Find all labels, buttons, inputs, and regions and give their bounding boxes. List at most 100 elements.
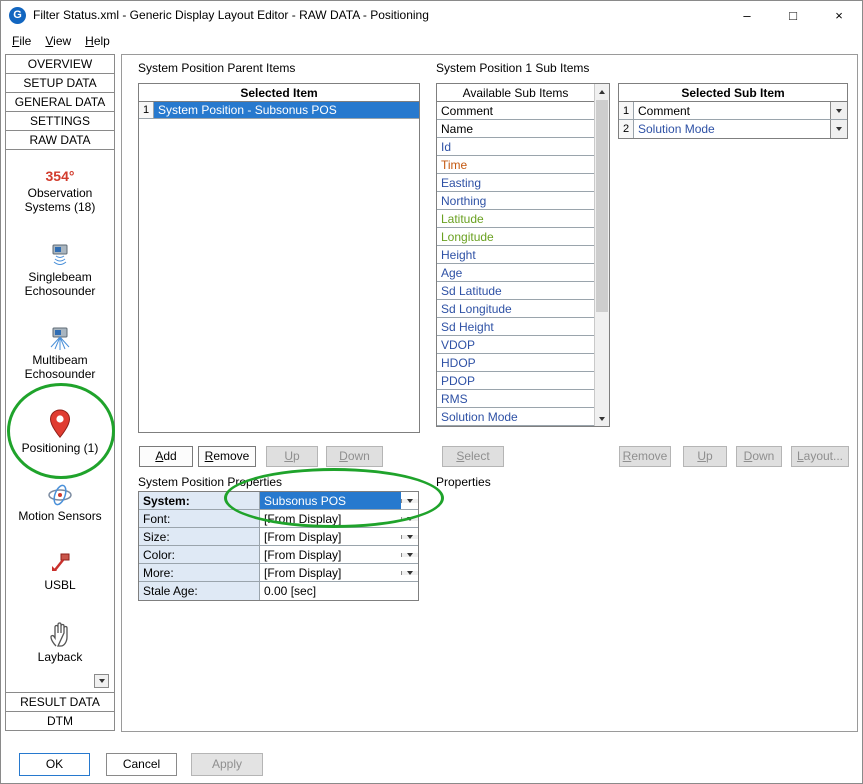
dropdown-button[interactable]: [401, 517, 418, 521]
font-select[interactable]: [From Display]: [260, 510, 418, 527]
property-label: Font:: [139, 510, 260, 527]
sidebar-item-observation-systems[interactable]: 354° Observation Systems (18): [6, 168, 114, 214]
color-select[interactable]: [From Display]: [260, 546, 418, 563]
sidebar-item-label: USBL: [14, 578, 106, 592]
size-select-value: [From Display]: [260, 530, 401, 544]
scrollbar-up-icon[interactable]: [595, 84, 609, 99]
list-item[interactable]: Solution Mode: [437, 408, 594, 426]
row-number: 2: [619, 120, 634, 138]
add-button[interactable]: Add: [139, 446, 193, 467]
sidebar-item-dtm[interactable]: DTM: [5, 711, 115, 731]
window-title: Filter Status.xml - Generic Display Layo…: [33, 8, 429, 22]
table-row[interactable]: 1 System Position - Subsonus POS: [139, 102, 419, 119]
dropdown-button[interactable]: [401, 571, 418, 575]
minimize-button[interactable]: –: [724, 1, 770, 29]
more-select[interactable]: [From Display]: [260, 564, 418, 581]
down-sub-button[interactable]: Down: [736, 446, 782, 467]
dropdown-button[interactable]: [401, 535, 418, 539]
remove-sub-button[interactable]: Remove: [619, 446, 671, 467]
sidebar-item-singlebeam-echosounder[interactable]: Singlebeam Echosounder: [6, 242, 114, 298]
ok-button[interactable]: OK: [19, 753, 90, 776]
list-item-label: Comment: [441, 104, 493, 118]
properties-group-label: System Position Properties: [138, 475, 282, 489]
dropdown-button[interactable]: [830, 120, 847, 138]
list-item[interactable]: Sd Longitude: [437, 300, 594, 318]
chevron-down-icon: [407, 571, 413, 575]
list-item[interactable]: Height: [437, 246, 594, 264]
app-icon: G: [9, 7, 26, 24]
system-select[interactable]: Subsonus POS: [260, 492, 418, 509]
select-button[interactable]: Select: [442, 446, 504, 467]
main-panel: System Position Parent Items Selected It…: [121, 54, 858, 732]
sidebar-item-result-data[interactable]: RESULT DATA: [5, 692, 115, 712]
dialog-window: G Filter Status.xml - Generic Display La…: [0, 0, 863, 784]
stale-age-field[interactable]: 0.00 [sec]: [260, 582, 418, 600]
sidebar-item-motion-sensors[interactable]: Motion Sensors: [6, 483, 114, 523]
sidebar-item-settings[interactable]: SETTINGS: [5, 111, 115, 131]
chevron-down-icon: [407, 517, 413, 521]
hand-icon: [48, 620, 72, 648]
layout-button[interactable]: Layout...: [791, 446, 849, 467]
dropdown-button[interactable]: [401, 499, 418, 503]
menu-file[interactable]: File: [5, 31, 38, 51]
up-button[interactable]: Up: [266, 446, 318, 467]
scrollbar[interactable]: [594, 84, 609, 426]
scrollbar-down-icon[interactable]: [595, 411, 609, 426]
close-button[interactable]: ×: [816, 1, 862, 29]
list-item-label: Longitude: [441, 230, 494, 244]
property-label: Size:: [139, 528, 260, 545]
color-select-value: [From Display]: [260, 548, 401, 562]
sidebar-item-label: Layback: [14, 650, 106, 664]
sidebar-item-positioning[interactable]: Positioning (1): [6, 409, 114, 455]
list-item[interactable]: Id: [437, 138, 594, 156]
apply-button[interactable]: Apply: [191, 753, 263, 776]
sidebar-item-multibeam-echosounder[interactable]: Multibeam Echosounder: [6, 325, 114, 381]
maximize-button[interactable]: □: [770, 1, 816, 29]
list-item[interactable]: Northing: [437, 192, 594, 210]
list-item[interactable]: Easting: [437, 174, 594, 192]
dropdown-button[interactable]: [830, 102, 847, 119]
list-item-label: Sd Latitude: [441, 284, 502, 298]
list-item[interactable]: Time: [437, 156, 594, 174]
list-item[interactable]: RMS: [437, 390, 594, 408]
list-item[interactable]: Sd Latitude: [437, 282, 594, 300]
list-item[interactable]: PDOP: [437, 372, 594, 390]
sidebar-item-setup-data[interactable]: SETUP DATA: [5, 73, 115, 93]
remove-button[interactable]: Remove: [198, 446, 256, 467]
table-row[interactable]: 1 Comment: [619, 102, 847, 120]
sidebar-item-usbl[interactable]: USBL: [6, 550, 114, 592]
list-item[interactable]: Latitude: [437, 210, 594, 228]
sidebar-item-general-data[interactable]: GENERAL DATA: [5, 92, 115, 112]
size-select[interactable]: [From Display]: [260, 528, 418, 545]
list-item-label: Name: [441, 122, 473, 136]
system-position-properties-table: System: Subsonus POS Font: [From Display…: [138, 491, 419, 601]
scrollbar-thumb[interactable]: [596, 100, 608, 312]
sidebar-item-overview[interactable]: OVERVIEW: [5, 54, 115, 74]
chevron-down-icon: [407, 553, 413, 557]
down-button[interactable]: Down: [326, 446, 383, 467]
table-row[interactable]: 2 Solution Mode: [619, 120, 847, 138]
list-item-label: Time: [441, 158, 467, 172]
list-item-label: VDOP: [441, 338, 475, 352]
list-item[interactable]: Sd Height: [437, 318, 594, 336]
cancel-button[interactable]: Cancel: [106, 753, 177, 776]
sidebar-item-raw-data[interactable]: RAW DATA: [5, 130, 115, 150]
sidebar-dropdown-button[interactable]: [94, 674, 109, 688]
up-sub-button[interactable]: Up: [683, 446, 727, 467]
property-row-stale-age: Stale Age: 0.00 [sec]: [139, 582, 418, 600]
font-select-value: [From Display]: [260, 512, 401, 526]
dropdown-button[interactable]: [401, 553, 418, 557]
list-item-label: Height: [441, 248, 476, 262]
property-row-font: Font: [From Display]: [139, 510, 418, 528]
list-item[interactable]: Longitude: [437, 228, 594, 246]
list-item[interactable]: VDOP: [437, 336, 594, 354]
menu-view[interactable]: View: [38, 31, 78, 51]
list-item[interactable]: Age: [437, 264, 594, 282]
sidebar-item-label: Multibeam Echosounder: [14, 353, 106, 381]
list-item[interactable]: HDOP: [437, 354, 594, 372]
menu-help[interactable]: Help: [78, 31, 117, 51]
list-item[interactable]: Name: [437, 120, 594, 138]
sidebar-item-layback[interactable]: Layback: [6, 620, 114, 664]
sub-items-group-label: System Position 1 Sub Items: [436, 61, 589, 75]
list-item[interactable]: Comment: [437, 102, 594, 120]
